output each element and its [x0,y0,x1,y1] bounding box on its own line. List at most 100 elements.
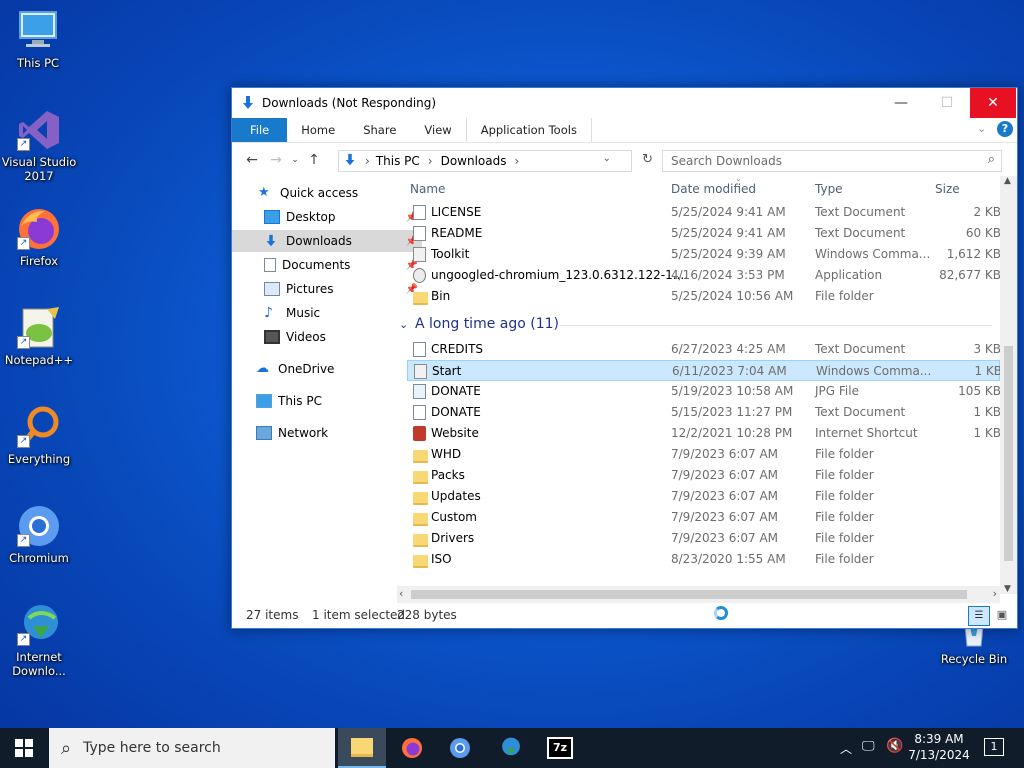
nav-item-desktop[interactable]: Desktop 📌 [232,206,422,228]
show-hidden-icons-chevron-icon[interactable]: ︿ [840,740,852,768]
desktop-icon-firefox[interactable]: ↗ Firefox [1,206,77,268]
column-header-date-modified[interactable]: Date modified [671,182,756,196]
address-bar[interactable]: › This PC › Downloads › ⌄ ↻ [338,150,653,172]
file-row[interactable]: Updates 7/9/2023 6:07 AM File folder [407,486,1000,507]
internet-download-manager-icon: ↗ [15,602,63,648]
file-row[interactable]: README 5/25/2024 9:41 AM Text Document 60 K… [407,223,1000,244]
up-arrow-icon[interactable]: ↑ [302,152,326,168]
tab-file[interactable]: File [232,118,288,142]
file-name: Drivers [431,531,475,545]
volume-muted-icon[interactable]: 🔇 [886,738,903,768]
shortcut-arrow-icon: ↗ [17,633,30,646]
desktop-icon-everything[interactable]: ↗ Everything [1,404,77,466]
taskbar-firefox[interactable] [388,728,436,768]
collapse-chevron-icon[interactable]: ⌄ [399,318,408,331]
file-row[interactable]: Packs 7/9/2023 6:07 AM File folder [407,465,1000,486]
file-size: 1 KB [974,364,1000,378]
file-row[interactable]: Bin 5/25/2024 10:56 AM File folder [407,286,1000,307]
breadcrumb-this-pc[interactable]: This PC [376,154,420,168]
file-row[interactable]: LICENSE 5/25/2024 9:41 AM Text Document 2 K… [407,202,1000,223]
vertical-scrollbar[interactable]: ▲ ▼ [1000,176,1017,594]
tab-home[interactable]: Home [287,118,349,142]
group-header[interactable]: ⌄ A long time ago (11) [397,314,992,336]
breadcrumb-chevron-icon[interactable]: › [428,154,433,168]
busy-spinner-icon [714,606,728,620]
refresh-icon[interactable]: ↻ [642,152,653,167]
forward-arrow-icon[interactable]: → [264,152,288,168]
scrollbar-thumb[interactable] [1004,346,1013,561]
file-row[interactable]: ungoogled-chromium_123.0.6312.122-1.... 4… [407,265,1000,286]
search-icon[interactable]: ⌕ [988,152,995,167]
file-row[interactable]: Start 6/11/2023 7:04 AM Windows Comma... 1 … [407,360,1000,381]
desktop-icon-internet-download-manager[interactable]: ↗ Internet Downlo... [1,602,77,678]
nav-item-documents[interactable]: Documents 📌 [232,254,422,276]
minimize-button[interactable]: — [878,88,924,118]
file-date-modified: 7/9/2023 6:07 AM [671,510,779,524]
taskbar-7zip[interactable]: 7z [536,728,584,768]
tab-share[interactable]: Share [349,118,410,142]
group-label: A long time ago (11) [415,316,559,332]
nav-item-videos[interactable]: Videos [232,326,422,348]
nav-item-quick-access[interactable]: ★ Quick access [232,182,416,204]
taskbar-internet-download-manager[interactable] [486,728,534,768]
recent-locations-chevron-icon[interactable]: ⌄ [288,155,302,165]
nav-item-onedrive[interactable]: ☁ OneDrive [232,358,414,380]
file-row[interactable]: WHD 7/9/2023 6:07 AM File folder [407,444,1000,465]
title-bar[interactable]: Downloads (Not Responding) — ☐ ✕ [232,88,1017,118]
file-row[interactable]: DONATE 5/15/2023 11:27 PM Text Document 1 K… [407,402,1000,423]
taskbar-file-explorer[interactable] [338,728,386,768]
nav-item-this-pc[interactable]: This PC [232,390,414,412]
desktop-icon-notepad-plus-plus[interactable]: ↗ Notepad++ [1,305,77,367]
file-row[interactable]: DONATE 5/19/2023 10:58 AM JPG File 105 KB [407,381,1000,402]
column-header-type[interactable]: Type [815,182,843,196]
column-header-size[interactable]: Size [935,182,960,196]
nav-item-pictures[interactable]: Pictures 📌 [232,278,422,300]
taskbar-chromium[interactable] [436,728,484,768]
documents-icon [264,258,276,272]
details-view-icon[interactable]: ☰ [968,606,990,626]
notification-center-icon[interactable]: 1 [984,738,1004,756]
file-type: Text Document [815,205,906,219]
address-dropdown-chevron-icon[interactable]: ⌄ [603,153,611,164]
scroll-down-arrow-icon[interactable]: ▼ [1004,584,1011,594]
expand-ribbon-chevron-icon[interactable]: ⌄ [977,122,986,135]
file-date-modified: 8/23/2020 1:55 AM [671,552,786,566]
back-arrow-icon[interactable]: ← [240,152,264,168]
nav-item-downloads[interactable]: Downloads 📌 [232,230,422,252]
scrollbar-thumb[interactable] [411,590,967,599]
scroll-right-arrow-icon[interactable]: › [993,587,997,600]
file-row[interactable]: CREDITS 6/27/2023 4:25 AM Text Document 3 K… [407,339,1000,360]
scroll-left-arrow-icon[interactable]: ‹ [399,587,403,600]
clock-time: 8:39 AM [914,732,964,746]
file-date-modified: 7/9/2023 6:07 AM [671,447,779,461]
large-icons-view-icon[interactable]: ▣ [992,606,1012,624]
file-row[interactable]: Drivers 7/9/2023 6:07 AM File folder [407,528,1000,549]
file-row[interactable]: Custom 7/9/2023 6:07 AM File folder [407,507,1000,528]
nav-item-label: Pictures [286,282,334,296]
desktop-icon-this-pc[interactable]: This PC [0,8,76,70]
breadcrumb-chevron-icon[interactable]: › [365,154,370,168]
close-button[interactable]: ✕ [970,88,1016,118]
tab-application-tools[interactable]: Application Tools [465,118,592,142]
horizontal-scrollbar[interactable]: ‹ › [397,586,1000,603]
taskbar-search-box[interactable]: ⌕ Type here to search [49,728,335,768]
help-icon[interactable]: ? [997,121,1013,137]
column-header-name[interactable]: Name [410,182,445,196]
desktop-icon-visual-studio[interactable]: ↗ Visual Studio 2017 [1,107,77,183]
scroll-up-arrow-icon[interactable]: ▲ [1004,176,1011,186]
clock[interactable]: 8:39 AM 7/13/2024 [908,728,970,768]
desktop-icon-chromium[interactable]: ↗ Chromium [1,503,77,565]
file-row[interactable]: ISO 8/23/2020 1:55 AM File folder [407,549,1000,570]
nav-item-network[interactable]: Network [232,422,414,444]
maximize-button[interactable]: ☐ [924,88,970,118]
tab-view[interactable]: View [410,118,465,142]
file-date-modified: 7/9/2023 6:07 AM [671,531,779,545]
file-row[interactable]: Website 12/2/2021 10:28 PM Internet Shortc… [407,423,1000,444]
nav-item-music[interactable]: ♪ Music [232,302,422,324]
start-button[interactable] [0,728,48,768]
network-status-icon[interactable]: 🖵 [862,739,875,768]
breadcrumb-chevron-icon[interactable]: › [514,154,519,168]
file-row[interactable]: Toolkit 5/25/2024 9:39 AM Windows Comma...… [407,244,1000,265]
search-input[interactable]: Search Downloads ⌕ [662,150,1002,172]
breadcrumb-downloads[interactable]: Downloads [441,154,507,168]
